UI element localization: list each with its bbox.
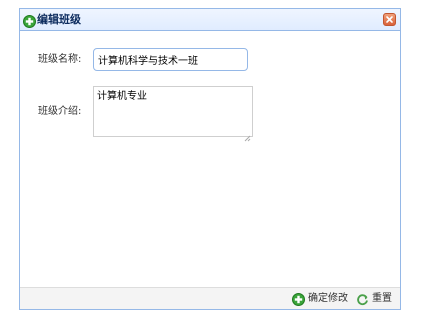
- close-icon[interactable]: [383, 13, 396, 26]
- reset-button[interactable]: 重置: [356, 291, 392, 307]
- dialog-title: 编辑班级: [37, 13, 81, 26]
- reset-label: 重置: [372, 293, 392, 304]
- dialog-titlebar[interactable]: 编辑班级: [20, 9, 400, 31]
- class-name-input[interactable]: [93, 48, 248, 71]
- confirm-edit-label: 确定修改: [308, 293, 348, 304]
- resize-grip-icon[interactable]: [243, 127, 251, 142]
- dialog-content: 班级名称: 班级介绍: 计算机专业: [20, 31, 400, 287]
- edit-class-dialog: 编辑班级 班级名称: 班级介绍: 计算机专业 确定修改: [19, 8, 401, 310]
- class-intro-textarea[interactable]: 计算机专业: [93, 86, 253, 137]
- reload-icon: [357, 293, 368, 305]
- green-add-icon: [292, 292, 305, 306]
- class-intro-label: 班级介绍:: [38, 106, 82, 117]
- confirm-edit-button[interactable]: 确定修改: [292, 291, 348, 307]
- green-add-icon: [23, 13, 36, 28]
- dialog-footer: 确定修改 重置: [20, 287, 400, 309]
- class-name-label: 班级名称:: [38, 54, 82, 65]
